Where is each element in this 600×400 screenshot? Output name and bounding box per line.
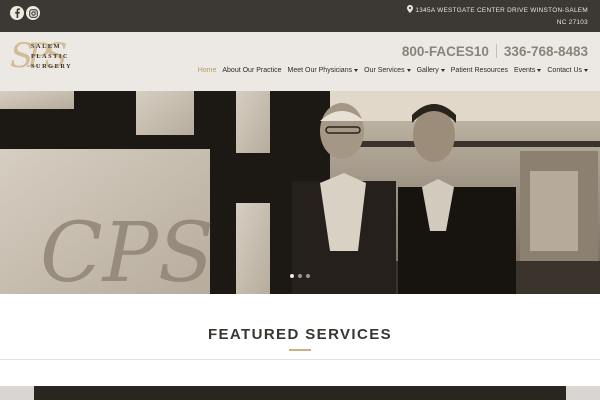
nav-item-gallery[interactable]: Gallery bbox=[417, 67, 445, 74]
nav-item-label: Contact Us bbox=[547, 67, 582, 74]
nav-item-label: Home bbox=[197, 67, 217, 74]
nav-item-label: Events bbox=[513, 67, 536, 74]
nav-item-events[interactable]: Events bbox=[513, 67, 542, 74]
nav-item-label: Gallery bbox=[416, 67, 439, 74]
chevron-down-icon bbox=[440, 69, 445, 72]
facebook-icon[interactable] bbox=[10, 6, 24, 20]
chevron-down-icon bbox=[354, 69, 359, 72]
local-phone-link[interactable]: 336-768-8483 bbox=[504, 44, 588, 59]
phone-numbers: 800-FACES10 336-768-8483 bbox=[402, 44, 588, 59]
services-thumbnails bbox=[0, 386, 600, 400]
nav-item-physicians[interactable]: Meet Our Physicians bbox=[288, 67, 359, 74]
site-header: SPS SALEM PLASTIC SURGERY 800-FACES10 336… bbox=[0, 32, 600, 91]
nav-item-services[interactable]: Our Services bbox=[364, 67, 411, 74]
slider-dot[interactable] bbox=[306, 274, 310, 278]
hero-slider[interactable]: CPS bbox=[0, 91, 600, 294]
address[interactable]: 1345A WESTGATE CENTER DRIVE WINSTON-SALE… bbox=[398, 5, 588, 28]
chevron-down-icon bbox=[584, 69, 588, 72]
slider-dots bbox=[290, 274, 310, 278]
top-bar: 1345A WESTGATE CENTER DRIVE WINSTON-SALE… bbox=[0, 0, 600, 32]
featured-services-section: FEATURED SERVICES bbox=[0, 294, 600, 360]
hero-photo: CPS bbox=[0, 91, 600, 294]
nav-item-label: About Our Practice bbox=[222, 67, 282, 74]
logo-line-2: PLASTIC bbox=[31, 53, 70, 60]
window-monogram: CPS bbox=[40, 206, 214, 294]
service-thumbnail[interactable] bbox=[34, 386, 566, 400]
section-divider bbox=[0, 359, 600, 360]
slider-dot[interactable] bbox=[290, 274, 294, 278]
vanity-phone-link[interactable]: 800-FACES10 bbox=[402, 44, 489, 59]
nav-item-label: Meet Our Physicians bbox=[287, 67, 353, 74]
nav-item-home[interactable]: Home bbox=[198, 67, 217, 74]
address-text: 1345A WESTGATE CENTER DRIVE WINSTON-SALE… bbox=[415, 7, 588, 26]
chevron-down-icon bbox=[406, 69, 411, 72]
logo-line-3: SURGERY bbox=[31, 63, 73, 70]
nav-item-contact[interactable]: Contact Us bbox=[547, 67, 588, 74]
heading-underline bbox=[289, 349, 311, 351]
logo[interactable]: SPS SALEM PLASTIC SURGERY bbox=[10, 36, 90, 76]
main-nav: Home About Our Practice Meet Our Physici… bbox=[198, 67, 588, 74]
slider-dot[interactable] bbox=[298, 274, 302, 278]
nav-item-about[interactable]: About Our Practice bbox=[222, 67, 281, 74]
phone-divider bbox=[495, 44, 497, 58]
chevron-down-icon bbox=[537, 69, 542, 72]
nav-item-label: Our Services bbox=[364, 67, 405, 74]
section-heading: FEATURED SERVICES bbox=[207, 326, 393, 343]
nav-item-label: Patient Resources bbox=[450, 67, 508, 74]
instagram-icon[interactable] bbox=[26, 6, 40, 20]
map-pin-icon bbox=[407, 5, 414, 17]
nav-item-patient-resources[interactable]: Patient Resources bbox=[451, 67, 508, 74]
logo-line-1: SALEM bbox=[31, 43, 62, 50]
